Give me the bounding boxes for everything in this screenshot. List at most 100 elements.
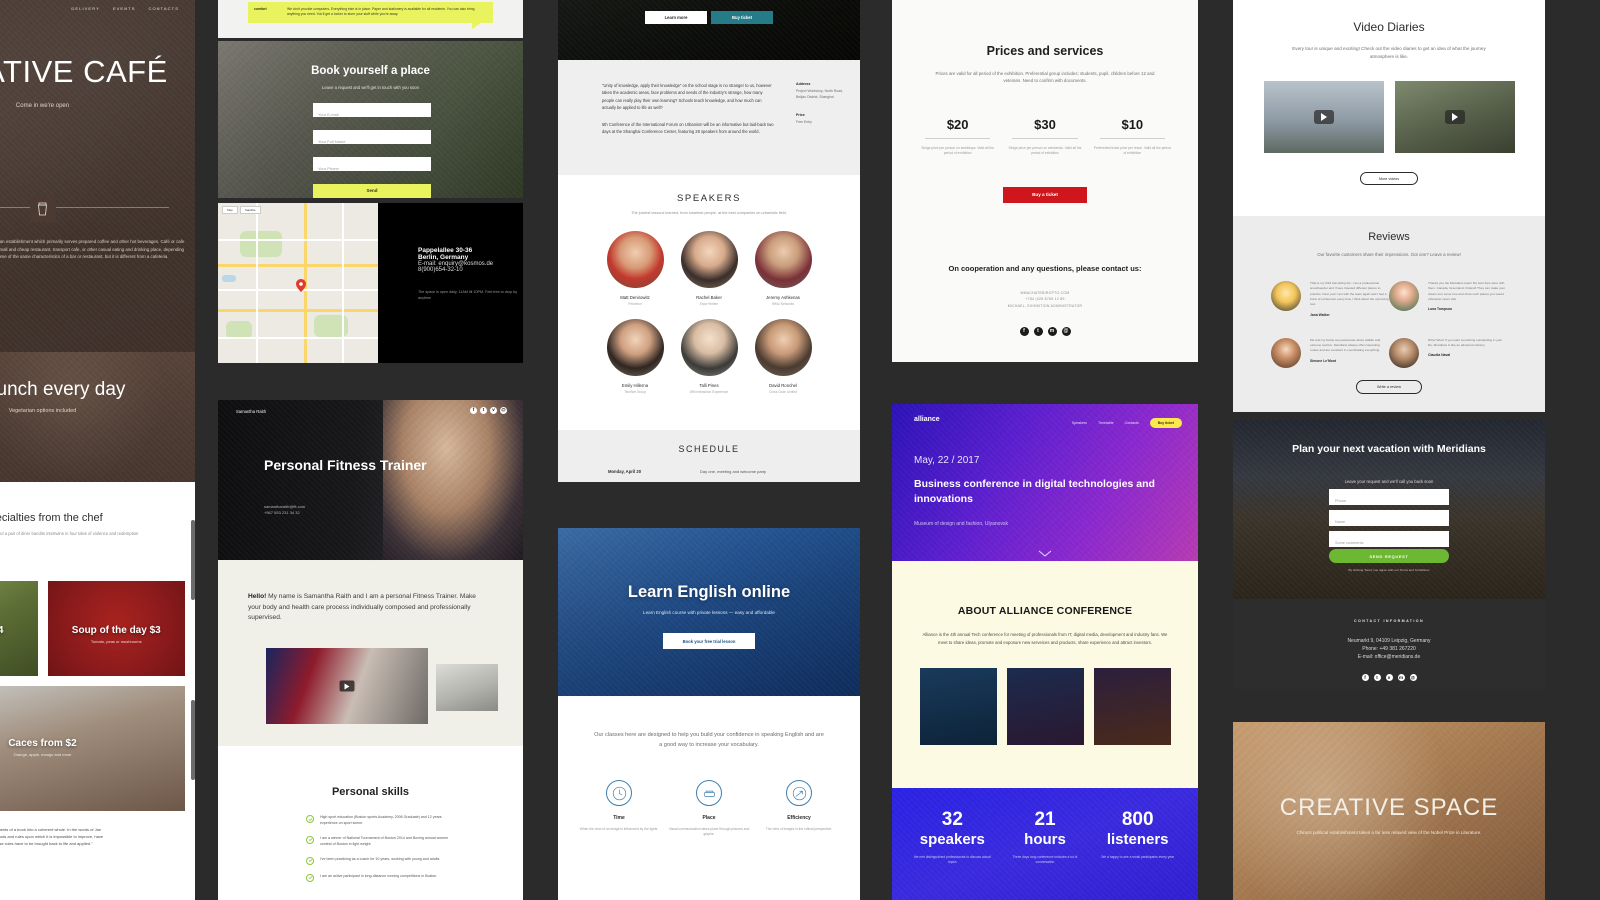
contact-info-heading: CONTACT INFORMATION xyxy=(1354,619,1424,623)
twitter-icon[interactable]: t xyxy=(1373,674,1381,682)
meridians-phone-input[interactable]: Phone xyxy=(1329,489,1449,505)
cafe-navbar[interactable]: DELIVERY EVENTS CONTACTS xyxy=(71,6,179,11)
map-button[interactable]: Map xyxy=(222,206,238,214)
conference-image[interactable] xyxy=(1006,668,1084,746)
chevron-down-icon[interactable] xyxy=(1038,544,1052,561)
speaker-item[interactable]: David Ronchel Cross Code Limited xyxy=(746,319,820,394)
video-diaries-card[interactable]: Video Diaries Every tour is unique and e… xyxy=(1233,0,1545,216)
fitness-social-links[interactable]: f t v @ xyxy=(470,407,507,414)
learn-more-button[interactable]: Learn more xyxy=(645,11,707,24)
fitness-photo-thumb[interactable] xyxy=(436,664,498,711)
chef-specialties-card[interactable]: Specialties from the chef A boxer, a gan… xyxy=(0,482,195,900)
speaker-item[interactable]: Rachel Baker Expo+Hellen xyxy=(672,231,746,306)
vimeo-icon[interactable]: v xyxy=(1385,674,1393,682)
conference-image[interactable] xyxy=(919,668,997,746)
speaker-item[interactable]: Emily Hillerna TechNet Group xyxy=(598,319,672,394)
fitness-brand[interactable]: Samantha Raith xyxy=(236,409,266,414)
buy-ticket-button[interactable]: Buy ticket xyxy=(1149,418,1182,428)
instagram-icon[interactable]: @ xyxy=(1061,326,1071,336)
mail-icon[interactable]: m xyxy=(1047,326,1057,336)
english-body-card[interactable]: Our classes here are designed to help yo… xyxy=(558,696,860,900)
exhibition-hero-card[interactable]: Learn more Buy ticket xyxy=(558,0,860,60)
video-thumb[interactable] xyxy=(1394,81,1515,154)
play-icon[interactable] xyxy=(1313,110,1334,125)
vimeo-icon[interactable]: v xyxy=(490,407,497,414)
mail-icon[interactable]: m xyxy=(1397,674,1405,682)
facebook-icon[interactable]: f xyxy=(470,407,477,414)
nav-item-timetable[interactable]: Timetable xyxy=(1098,421,1114,425)
twitter-icon[interactable]: t xyxy=(1033,326,1043,336)
instagram-icon[interactable]: @ xyxy=(500,407,507,414)
prices-social-links[interactable]: f t m @ xyxy=(892,326,1198,336)
book-name-input[interactable]: Your Full Name xyxy=(313,130,431,144)
satellite-button[interactable]: Satellite xyxy=(239,206,261,214)
twitter-icon[interactable]: t xyxy=(480,407,487,414)
instagram-icon[interactable]: @ xyxy=(1409,674,1417,682)
coworking-note-card[interactable]: comfort We don't provide computers. Ever… xyxy=(218,0,523,38)
soup-caption: Soup of the day $3 Tomato, peas or mushr… xyxy=(48,625,186,644)
meridians-social-links[interactable]: f t v m @ xyxy=(1233,674,1545,682)
meridians-footer-card[interactable]: CONTACT INFORMATION Neumarkt 9, 04109 Le… xyxy=(1233,599,1545,689)
play-icon[interactable] xyxy=(1444,110,1465,125)
alliance-brand[interactable]: alliance xyxy=(914,416,940,423)
creative-space-title: CREATIVE SPACE xyxy=(1279,794,1499,821)
creative-space-card[interactable]: CREATIVE SPACE China's political establi… xyxy=(1233,722,1545,900)
exhibition-cta-row[interactable]: Learn more Buy ticket xyxy=(645,11,773,24)
chart-icon xyxy=(786,780,812,806)
chevron-down-icon[interactable] xyxy=(364,560,377,566)
nav-item-contacts[interactable]: Contacts xyxy=(1125,421,1139,425)
chef-tile-salad[interactable]: Fresh salad $4 Greens, tomato and olive … xyxy=(0,581,38,676)
nav-item-delivery[interactable]: DELIVERY xyxy=(71,6,100,11)
speaker-item[interactable]: Talli Pines WM Interaction Experience xyxy=(672,319,746,394)
facebook-icon[interactable]: f xyxy=(1361,674,1369,682)
english-hero-card[interactable]: Learn English online Learn English cours… xyxy=(558,528,860,696)
speakers-card[interactable]: SPEAKERS The juiciest lessons learned, f… xyxy=(558,175,860,430)
fitness-hero-card[interactable]: Samantha Raith f t v @ Personal Fitness … xyxy=(218,400,523,560)
speaker-item[interactable]: Matt Denirowitz Princeton xyxy=(598,231,672,306)
alliance-stats-card[interactable]: 32 speakers the met distinguished profes… xyxy=(892,788,1198,900)
video-thumb[interactable] xyxy=(1263,81,1384,154)
fitness-video[interactable] xyxy=(266,648,428,724)
book-place-card[interactable]: Book yourself a place Leave a request an… xyxy=(218,41,523,198)
send-request-button[interactable]: SEND REQUEST xyxy=(1329,549,1449,563)
more-videos-button[interactable]: More videos xyxy=(1360,172,1418,186)
fitness-about-card[interactable]: Hello! My name is Samantha Raith and I a… xyxy=(218,560,523,746)
scrollbar-1[interactable] xyxy=(191,520,195,600)
buy-ticket-button[interactable]: Buy ticket xyxy=(711,11,773,24)
nav-item-speakers[interactable]: Speakers xyxy=(1072,421,1087,425)
alliance-navbar[interactable]: Speakers Timetable Contacts Buy ticket xyxy=(1072,418,1182,428)
book-send-button[interactable]: Send xyxy=(313,184,431,198)
facebook-icon[interactable]: f xyxy=(1019,326,1029,336)
schedule-card[interactable]: SCHEDULE Monday, April 20 Day one, meeti… xyxy=(558,430,860,482)
meridians-form-card[interactable]: Plan your next vacation with Meridians L… xyxy=(1233,420,1545,599)
reviews-card[interactable]: Reviews Our favorite customers share the… xyxy=(1233,216,1545,412)
map-address-card[interactable]: Map Satellite Pappelallee 30-36 Berlin, … xyxy=(218,203,523,363)
coffee-cup-icon xyxy=(29,196,56,222)
conference-image[interactable] xyxy=(1093,668,1171,746)
stat-listeners: 800 listeners We a happy to see a small … xyxy=(1091,809,1184,866)
write-review-button[interactable]: Write a review xyxy=(1356,379,1422,394)
book-email-input[interactable]: Your E-mail xyxy=(313,103,431,117)
meridians-comments-input[interactable]: Some comments xyxy=(1329,531,1449,547)
book-phone-input[interactable]: Your Phone xyxy=(313,157,431,171)
speaker-item[interactable]: Jeremy Ashkenas WMU Networks xyxy=(746,231,820,306)
buy-ticket-button[interactable]: Buy a ticket xyxy=(1003,186,1087,203)
nav-item-events[interactable]: EVENTS xyxy=(113,6,136,11)
scrollbar-2[interactable] xyxy=(191,700,195,780)
stat-label: speakers xyxy=(919,830,985,848)
map-view[interactable]: Map Satellite xyxy=(218,203,378,363)
alliance-hero-card[interactable]: alliance Speakers Timetable Contacts Buy… xyxy=(892,404,1198,561)
chef-tile-cakes[interactable]: Caces from $2 Orange, apple, mango and m… xyxy=(0,686,185,811)
fitness-hello-rest: My name is Samantha Raith and I am a per… xyxy=(248,593,476,622)
book-trial-button[interactable]: Book your free trial lesson xyxy=(663,633,755,649)
play-icon[interactable] xyxy=(339,680,355,692)
fitness-skills-card[interactable]: Personal skills High sport education (Bo… xyxy=(218,746,523,900)
alliance-about-card[interactable]: ABOUT ALLIANCE CONFERENCE Alliance is th… xyxy=(892,561,1198,788)
chef-tile-soup[interactable]: Soup of the day $3 Tomato, peas or mushr… xyxy=(47,581,186,676)
exhibition-about-card[interactable]: "Unity of knowledge, apply their knowled… xyxy=(558,60,860,175)
nav-item-contacts[interactable]: CONTACTS xyxy=(148,6,179,11)
prices-card[interactable]: Prices and services Prices are valid for… xyxy=(892,0,1198,362)
map-type-toggle[interactable]: Map Satellite xyxy=(222,206,261,214)
lunch-banner-card[interactable]: Big lunch every day Vegetarian options i… xyxy=(0,352,195,482)
meridians-name-input[interactable]: Name xyxy=(1329,510,1449,526)
